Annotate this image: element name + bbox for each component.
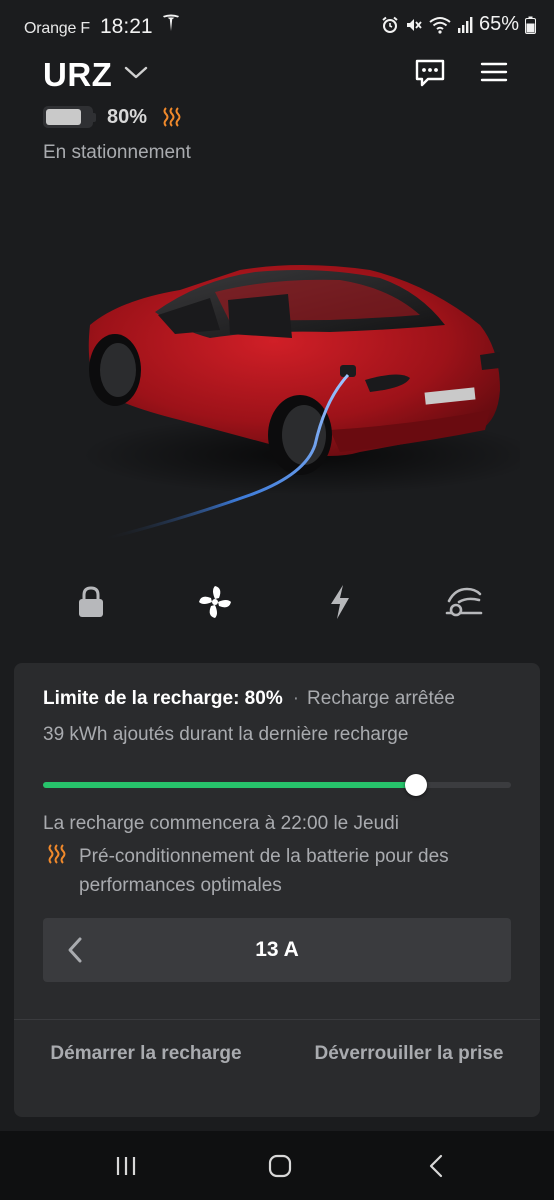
charge-limit-slider-fill bbox=[43, 782, 416, 788]
charge-limit-line: Limite de la recharge: 80% · Recharge arrê… bbox=[43, 688, 455, 710]
separator-dot: · bbox=[292, 688, 300, 709]
charge-limit-slider[interactable] bbox=[43, 774, 511, 796]
car-name[interactable]: URZ bbox=[43, 56, 112, 94]
charge-card: Limite de la recharge: 80% · Recharge arrê… bbox=[14, 663, 540, 1117]
vehicle-state: En stationnement bbox=[43, 142, 191, 163]
charge-limit-slider-handle[interactable] bbox=[404, 774, 427, 796]
bolt-icon bbox=[331, 585, 349, 619]
battery-heating-icon bbox=[163, 107, 181, 127]
battery-icon bbox=[525, 16, 536, 34]
fan-icon bbox=[199, 586, 231, 618]
battery-heating-icon bbox=[48, 844, 66, 864]
carrier-label: Orange F bbox=[24, 20, 90, 37]
charging-button[interactable] bbox=[316, 578, 364, 626]
amperage-selector: 13 A bbox=[43, 918, 511, 982]
amperage-value: 13 A bbox=[255, 938, 299, 961]
charge-limit-label: Limite de la recharge: 80% bbox=[43, 688, 283, 709]
charge-schedule: La recharge commencera à 22:00 le Jeudi bbox=[43, 813, 399, 834]
phone-battery-percent: 65% bbox=[478, 13, 519, 35]
alarm-icon bbox=[382, 16, 398, 33]
back-button[interactable] bbox=[421, 1151, 451, 1181]
status-bar: Orange F 18:21 65% bbox=[0, 0, 554, 50]
home-icon bbox=[268, 1154, 292, 1178]
charge-port-icon bbox=[445, 587, 483, 617]
car-battery-percent: 80% bbox=[107, 105, 148, 128]
tesla-icon bbox=[162, 14, 179, 31]
car-battery-nub bbox=[93, 112, 96, 122]
back-icon bbox=[429, 1154, 443, 1178]
car-battery-fill bbox=[46, 109, 82, 125]
charge-port-button[interactable] bbox=[440, 578, 488, 626]
signal-icon bbox=[457, 16, 473, 33]
lock-icon bbox=[79, 586, 103, 617]
recent-apps-button[interactable] bbox=[111, 1151, 141, 1181]
preconditioning-note: Pré-conditionnement de la batterie pour … bbox=[79, 846, 449, 896]
tesla-app-screen: Orange F 18:21 65% URZ 80% En stationnem… bbox=[0, 0, 554, 1200]
recent-apps-icon bbox=[116, 1157, 136, 1175]
system-nav-bar bbox=[0, 1131, 554, 1200]
wifi-icon bbox=[429, 16, 451, 34]
mute-icon bbox=[406, 18, 422, 31]
lock-button[interactable] bbox=[67, 578, 115, 626]
status-bar-right: 65% bbox=[381, 13, 536, 36]
start-charging-button[interactable]: Démarrer la recharge bbox=[46, 1039, 246, 1069]
home-button[interactable] bbox=[265, 1151, 295, 1181]
energy-added: 39 kWh ajoutés durant la dernière rechar… bbox=[43, 724, 409, 745]
car-battery-gauge bbox=[43, 106, 93, 128]
card-divider bbox=[14, 1019, 540, 1020]
climate-button[interactable] bbox=[191, 578, 239, 626]
message-icon[interactable] bbox=[414, 58, 446, 88]
car-image bbox=[80, 265, 520, 542]
car-battery-row: 80% bbox=[43, 104, 183, 130]
charge-status: Recharge arrêtée bbox=[307, 688, 455, 709]
unlock-port-button[interactable]: Déverrouiller la prise bbox=[309, 1039, 509, 1069]
chevron-down-icon[interactable] bbox=[123, 63, 149, 83]
menu-icon[interactable] bbox=[480, 60, 508, 84]
status-bar-left: Orange F 18:21 bbox=[24, 13, 181, 39]
clock: 18:21 bbox=[100, 15, 153, 38]
